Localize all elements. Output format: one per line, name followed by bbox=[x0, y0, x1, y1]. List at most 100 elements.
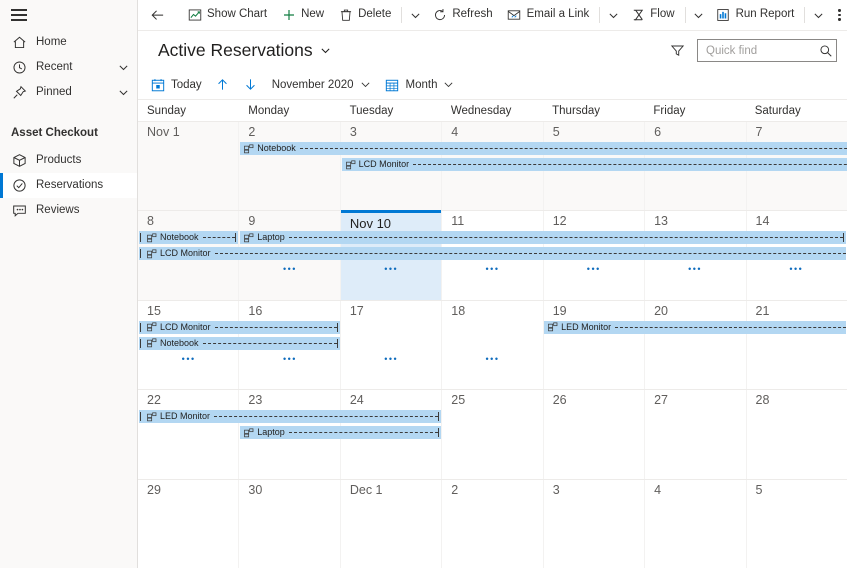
event-duration-line bbox=[214, 416, 438, 418]
day-cell[interactable]: 4 bbox=[645, 479, 747, 568]
show-chart-button[interactable]: Show Chart bbox=[180, 0, 274, 30]
chevron-down-icon[interactable] bbox=[115, 60, 131, 76]
day-cell[interactable]: 25 bbox=[442, 390, 544, 479]
day-cell[interactable]: 20 bbox=[645, 300, 747, 390]
chevron-down-icon[interactable] bbox=[405, 0, 425, 30]
day-header-monday: Monday bbox=[248, 104, 290, 117]
trash-icon bbox=[338, 8, 353, 23]
quick-find[interactable] bbox=[697, 39, 837, 62]
day-cell[interactable]: 21 bbox=[747, 301, 847, 389]
app-root: Home Recent Pinned Asset Checkout Products… bbox=[0, 0, 847, 568]
calendar-event[interactable]: Laptop bbox=[240, 231, 846, 245]
run-report-button[interactable]: Run Report bbox=[709, 0, 802, 30]
entity-record-icon bbox=[244, 428, 254, 438]
event-duration-line bbox=[214, 326, 337, 328]
calendar-event[interactable]: LCD Monitor bbox=[139, 247, 846, 261]
event-end-cap bbox=[336, 338, 338, 348]
calendar-event[interactable]: Notebook bbox=[139, 231, 239, 245]
flow-icon bbox=[630, 8, 645, 23]
chevron-down-icon[interactable] bbox=[115, 85, 131, 101]
more-vertical-icon[interactable] bbox=[832, 0, 847, 30]
more-events-indicator[interactable]: ••• bbox=[283, 354, 297, 364]
day-cell[interactable]: 2 bbox=[442, 479, 544, 568]
day-number: 8 bbox=[147, 214, 154, 229]
day-cell[interactable]: 26 bbox=[544, 390, 646, 479]
previous-period-button[interactable] bbox=[209, 72, 237, 98]
more-events-indicator[interactable]: ••• bbox=[384, 354, 398, 364]
more-events-indicator[interactable]: ••• bbox=[688, 265, 702, 274]
day-cell[interactable]: 17 bbox=[341, 300, 443, 390]
day-cell[interactable]: Dec 1 bbox=[341, 479, 443, 568]
back-button[interactable] bbox=[142, 0, 180, 30]
day-number: 27 bbox=[654, 393, 669, 408]
sidebar-item-pinned[interactable]: Pinned bbox=[0, 80, 137, 105]
chevron-down-icon[interactable] bbox=[808, 0, 828, 30]
sidebar-item-reviews[interactable]: Reviews bbox=[0, 198, 137, 223]
sidebar-item-products[interactable]: Products bbox=[0, 148, 137, 173]
view-selector-chevron-down-icon[interactable] bbox=[320, 45, 331, 56]
more-events-indicator[interactable]: ••• bbox=[789, 265, 803, 274]
delete-button[interactable]: Delete bbox=[331, 0, 398, 30]
calendar-week-row: 22 23 24 25 26 27 28 LED Monitor Laptop bbox=[138, 390, 847, 480]
view-mode-selector[interactable]: Month bbox=[378, 72, 462, 98]
chart-icon bbox=[187, 8, 202, 23]
sidebar-item-label: Recent bbox=[36, 60, 73, 73]
day-cell[interactable]: 28 bbox=[747, 390, 847, 478]
day-cell[interactable]: 22 bbox=[138, 390, 240, 479]
calendar-week-row: 15 16 17 18 19 20 21 LCD Monitor Notebook LED Mon… bbox=[138, 300, 847, 391]
filter-icon[interactable] bbox=[663, 37, 691, 65]
sidebar-item-label: Reservations bbox=[36, 178, 104, 191]
day-cell[interactable]: 2 bbox=[239, 122, 341, 211]
sidebar-item-home[interactable]: Home bbox=[0, 30, 137, 55]
calendar-event[interactable]: LED Monitor bbox=[544, 320, 846, 334]
today-button[interactable]: Today bbox=[143, 72, 209, 98]
day-number: Dec 1 bbox=[349, 482, 383, 497]
flow-button[interactable]: Flow bbox=[623, 0, 681, 30]
next-period-button[interactable] bbox=[237, 72, 265, 98]
hamburger-icon[interactable] bbox=[11, 9, 27, 21]
calendar-event[interactable]: LCD Monitor bbox=[139, 320, 340, 334]
day-number: 2 bbox=[248, 125, 256, 139]
more-events-indicator[interactable]: ••• bbox=[182, 354, 196, 364]
chevron-down-icon[interactable] bbox=[603, 0, 623, 30]
calendar-today-icon bbox=[150, 77, 165, 92]
calendar-event[interactable]: LCD Monitor bbox=[341, 158, 847, 171]
more-events-indicator[interactable]: ••• bbox=[283, 265, 297, 274]
search-icon[interactable] bbox=[819, 43, 833, 59]
event-title: LED Monitor bbox=[561, 321, 612, 332]
day-cell[interactable]: 29 bbox=[138, 479, 240, 568]
more-events-indicator[interactable]: ••• bbox=[587, 265, 601, 274]
command-label: Show Chart bbox=[207, 8, 268, 21]
new-button[interactable]: New bbox=[274, 0, 331, 30]
day-number: 26 bbox=[552, 393, 567, 408]
day-cell[interactable]: 5 bbox=[747, 480, 847, 568]
calendar-event[interactable]: Notebook bbox=[240, 142, 847, 155]
event-title: Notebook bbox=[257, 143, 296, 153]
command-label: Email a Link bbox=[526, 8, 590, 21]
calendar-event[interactable]: Laptop bbox=[240, 426, 441, 440]
day-cell[interactable]: 3 bbox=[544, 479, 646, 568]
email-a-link-button[interactable]: Email a Link bbox=[500, 0, 597, 30]
day-number: 12 bbox=[552, 214, 567, 229]
more-events-indicator[interactable]: ••• bbox=[384, 265, 398, 274]
event-duration-line bbox=[288, 432, 438, 434]
day-cell[interactable]: 18 bbox=[442, 300, 544, 390]
sidebar-item-reservations[interactable]: Reservations bbox=[0, 173, 137, 198]
check-circle-icon bbox=[11, 178, 27, 194]
day-cell[interactable]: 19 bbox=[544, 300, 646, 390]
period-selector[interactable]: November 2020 bbox=[265, 72, 378, 98]
day-cell[interactable]: 30 bbox=[239, 479, 341, 568]
calendar-event[interactable]: LED Monitor bbox=[139, 410, 441, 424]
search-input[interactable] bbox=[706, 44, 819, 57]
day-number: 16 bbox=[248, 303, 263, 318]
more-events-indicator[interactable]: ••• bbox=[486, 265, 500, 274]
sidebar-item-recent[interactable]: Recent bbox=[0, 55, 137, 80]
event-duration-line bbox=[214, 253, 846, 255]
more-events-indicator[interactable]: ••• bbox=[486, 354, 500, 364]
chevron-down-icon[interactable] bbox=[689, 0, 709, 30]
day-cell[interactable]: Nov 1 bbox=[138, 122, 240, 211]
refresh-button[interactable]: Refresh bbox=[425, 0, 499, 30]
calendar-event[interactable]: Notebook bbox=[139, 336, 340, 350]
day-number: 3 bbox=[349, 125, 357, 139]
day-cell[interactable]: 27 bbox=[645, 390, 747, 479]
